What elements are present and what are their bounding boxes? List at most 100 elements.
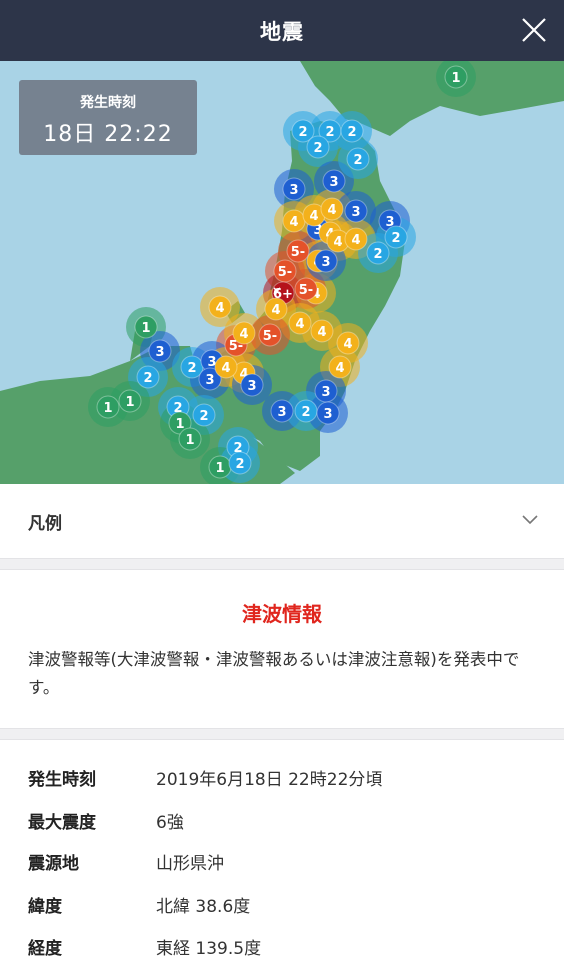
intensity-marker-label: 5- bbox=[291, 245, 305, 260]
close-icon bbox=[522, 18, 546, 42]
detail-key: 震源地 bbox=[28, 853, 79, 874]
intensity-map[interactable]: 122223323444345-44345-6+45-44445-45-4441… bbox=[0, 61, 564, 484]
detail-key: 経度 bbox=[28, 938, 62, 959]
intensity-marker: 3 bbox=[314, 379, 338, 403]
intensity-marker-label: 4 bbox=[351, 233, 360, 248]
detail-value: 6強 bbox=[156, 812, 184, 833]
intensity-marker: 4 bbox=[336, 331, 360, 355]
epicenter-icon: × bbox=[272, 284, 282, 298]
intensity-marker: 1 bbox=[444, 65, 468, 89]
quake-details: 発生時刻 2019年6月18日 22時22分頃 最大震度 6強 震源地 山形県沖… bbox=[0, 740, 564, 960]
intensity-marker-label: 4 bbox=[317, 325, 326, 340]
detail-value: 北緯 38.6度 bbox=[156, 896, 251, 917]
header-bar: 地震 bbox=[0, 0, 564, 61]
intensity-marker: 3 bbox=[314, 249, 338, 273]
intensity-marker: 4 bbox=[344, 227, 368, 251]
intensity-marker-label: 4 bbox=[239, 327, 248, 342]
tsunami-message: 津波警報等(大津波警報・津波警報あるいは津波注意報)を発表中です。 bbox=[28, 650, 520, 697]
intensity-marker: 2 bbox=[136, 365, 160, 389]
intensity-marker-label: 2 bbox=[235, 457, 244, 472]
intensity-marker: 1 bbox=[134, 315, 158, 339]
intensity-marker-label: 2 bbox=[391, 231, 400, 246]
intensity-marker-label: 2 bbox=[373, 247, 382, 262]
occurrence-time-label: 発生時刻 bbox=[80, 95, 136, 111]
intensity-marker: 4 bbox=[282, 209, 306, 233]
intensity-marker: 4 bbox=[214, 355, 238, 379]
intensity-marker: 2 bbox=[366, 241, 390, 265]
detail-key: 最大震度 bbox=[28, 812, 96, 833]
intensity-marker-label: 3 bbox=[321, 385, 330, 400]
detail-row-time: 発生時刻 2019年6月18日 22時22分頃 bbox=[28, 762, 382, 792]
intensity-marker-label: 3 bbox=[155, 345, 164, 360]
intensity-marker: 1 bbox=[208, 455, 232, 479]
detail-key: 発生時刻 bbox=[28, 769, 96, 790]
intensity-marker-label: 4 bbox=[295, 317, 304, 332]
intensity-marker: 5- bbox=[258, 323, 282, 347]
detail-value: 東経 139.5度 bbox=[156, 938, 262, 959]
intensity-marker-label: 4 bbox=[343, 337, 352, 352]
intensity-marker-label: 4 bbox=[327, 203, 336, 218]
intensity-marker-label: 5- bbox=[263, 329, 277, 344]
legend-toggle[interactable]: 凡例 bbox=[0, 484, 564, 558]
intensity-marker: 3 bbox=[282, 177, 306, 201]
intensity-marker: 4 bbox=[232, 321, 256, 345]
detail-key: 緯度 bbox=[28, 896, 62, 917]
intensity-marker-label: 2 bbox=[298, 125, 307, 140]
legend-label: 凡例 bbox=[28, 513, 62, 534]
intensity-marker: 3 bbox=[344, 199, 368, 223]
intensity-marker-label: 5- bbox=[299, 283, 313, 298]
intensity-marker-label: 4 bbox=[309, 209, 318, 224]
intensity-marker-label: 2 bbox=[187, 361, 196, 376]
intensity-marker: 3 bbox=[240, 373, 264, 397]
intensity-marker-label: 2 bbox=[199, 409, 208, 424]
intensity-marker: 2 bbox=[306, 135, 330, 159]
intensity-marker-label: 1 bbox=[215, 461, 224, 476]
intensity-marker: 2 bbox=[228, 451, 252, 475]
intensity-marker: 2 bbox=[384, 225, 408, 249]
detail-row-max-intensity: 最大震度 6強 bbox=[28, 805, 184, 835]
detail-value: 2019年6月18日 22時22分頃 bbox=[156, 769, 383, 790]
intensity-marker-label: 3 bbox=[277, 405, 286, 420]
intensity-marker-label: 2 bbox=[325, 125, 334, 140]
intensity-marker: 4 bbox=[288, 311, 312, 335]
intensity-marker-label: 3 bbox=[351, 205, 360, 220]
page-title: 地震 bbox=[260, 19, 304, 44]
close-button[interactable] bbox=[518, 14, 550, 46]
intensity-marker-label: 3 bbox=[205, 373, 214, 388]
intensity-marker-label: 1 bbox=[125, 395, 134, 410]
intensity-marker: 2 bbox=[294, 399, 318, 423]
intensity-marker-label: 1 bbox=[451, 71, 460, 86]
intensity-marker: 2 bbox=[192, 403, 216, 427]
intensity-marker: 4 bbox=[264, 297, 288, 321]
tsunami-title: 津波情報 bbox=[242, 602, 322, 626]
intensity-marker: 1 bbox=[118, 389, 142, 413]
section-divider bbox=[0, 558, 564, 570]
intensity-marker: 3 bbox=[148, 339, 172, 363]
intensity-marker-label: 1 bbox=[185, 433, 194, 448]
intensity-marker-label: 1 bbox=[175, 417, 184, 432]
intensity-marker-label: 4 bbox=[221, 361, 230, 376]
intensity-marker-label: 3 bbox=[247, 379, 256, 394]
detail-row-epicenter: 震源地 山形県沖 bbox=[28, 846, 224, 876]
intensity-marker: 3 bbox=[316, 401, 340, 425]
intensity-marker: 4 bbox=[310, 319, 334, 343]
intensity-marker: 3 bbox=[270, 399, 294, 423]
intensity-marker-label: 2 bbox=[313, 141, 322, 156]
intensity-marker: 2 bbox=[340, 119, 364, 143]
detail-row-longitude: 経度 東経 139.5度 bbox=[28, 931, 261, 960]
intensity-marker: 3 bbox=[322, 169, 346, 193]
intensity-marker-label: 4 bbox=[215, 301, 224, 316]
intensity-marker-label: 2 bbox=[143, 371, 152, 386]
tsunami-section: 津波情報 津波警報等(大津波警報・津波警報あるいは津波注意報)を発表中です。 bbox=[0, 570, 564, 728]
intensity-marker: 4 bbox=[328, 355, 352, 379]
intensity-marker: 1 bbox=[96, 395, 120, 419]
detail-row-latitude: 緯度 北緯 38.6度 bbox=[28, 889, 250, 919]
chevron-down-icon bbox=[522, 515, 538, 525]
intensity-marker-label: 5- bbox=[278, 265, 292, 280]
intensity-marker-label: 3 bbox=[289, 183, 298, 198]
detail-value: 山形県沖 bbox=[156, 853, 224, 874]
intensity-marker: 5- bbox=[273, 259, 297, 283]
intensity-marker: 5- bbox=[294, 277, 318, 301]
intensity-marker: 2 bbox=[346, 147, 370, 171]
section-divider bbox=[0, 728, 564, 740]
